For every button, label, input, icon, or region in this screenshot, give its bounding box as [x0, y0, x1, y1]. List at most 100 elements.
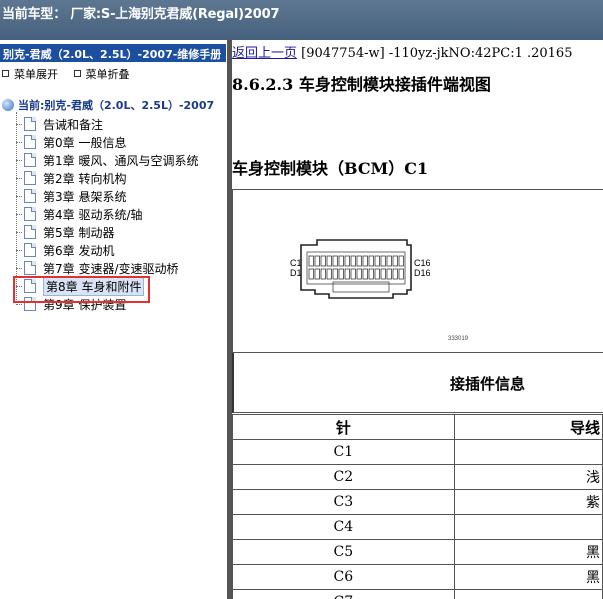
tree-item-chapter-7[interactable]: 第7章 变速器/变速驱动桥: [16, 259, 198, 277]
tree-item-chapter-4[interactable]: 第4章 驱动系统/轴: [16, 205, 198, 223]
document-icon: [24, 153, 36, 167]
tree-item-label: 第4章 驱动系统/轴: [43, 207, 143, 222]
pin-cell: C5: [232, 539, 455, 565]
document-icon: [24, 171, 36, 185]
label-d16: D16: [414, 268, 431, 278]
document-icon: [24, 135, 36, 149]
expand-menu-button[interactable]: 菜单展开: [2, 66, 58, 82]
document-icon: [24, 189, 36, 203]
wire-cell: [453, 514, 603, 540]
tree-item-label: 第7章 变速器/变速驱动桥: [43, 261, 179, 276]
tree-item-label: 告诫和备注: [43, 117, 104, 132]
table-row: C4: [232, 514, 603, 540]
tree-item-chapter-5[interactable]: 第5章 制动器: [16, 223, 198, 241]
connector-pin: [338, 255, 344, 267]
expand-menu-label: 菜单展开: [14, 68, 58, 81]
connector-pin: [386, 268, 392, 280]
connector-pin: [314, 255, 320, 267]
tree-root[interactable]: 当前:别克-君威（2.0L、2.5L）-2007: [2, 97, 214, 113]
connector-pin: [344, 255, 350, 267]
table-row: C2 浅: [232, 464, 603, 490]
tree-item-chapter-0[interactable]: 第0章 一般信息: [16, 133, 198, 151]
tree-item-chapter-1[interactable]: 第1章 暖风、通风与空调系统: [16, 151, 198, 169]
tree-item-label: 第1章 暖风、通风与空调系统: [43, 153, 199, 168]
figure-id: 333019: [448, 336, 469, 342]
table-row: C6 黑: [232, 564, 603, 590]
table-row: C7: [232, 589, 603, 599]
pin-cell: C7: [232, 589, 455, 599]
sidebar-header: 别克-君威（2.0L、2.5L）-2007-维修手册: [0, 44, 226, 62]
wire-cell: [453, 589, 603, 599]
wire-cell: 紫: [453, 489, 603, 515]
globe-icon: [2, 99, 14, 111]
tree-root-label: 当前:别克-君威（2.0L、2.5L）-2007: [18, 99, 215, 112]
connector-pin: [350, 268, 356, 280]
tree-item-chapter-3[interactable]: 第3章 悬架系统: [16, 187, 198, 205]
doc-header: 返回上一页 [9047754-w] -110yz-jkNO:42PC:1 .20…: [232, 42, 572, 61]
connector-pin: [380, 268, 386, 280]
connector-pin: [344, 268, 350, 280]
pin-column-header: 针: [232, 414, 455, 440]
connector-pin: [368, 268, 374, 280]
connector-pin: [320, 255, 326, 267]
connector-pin: [338, 268, 344, 280]
connector-pin: [362, 268, 368, 280]
pin-cell: C4: [232, 514, 455, 540]
tree-item-label: 第2章 转向机构: [43, 171, 127, 186]
connector-pin: [326, 255, 332, 267]
table-row: C3 紫: [232, 489, 603, 515]
connector-pin: [362, 255, 368, 267]
back-link[interactable]: 返回上一页: [232, 46, 297, 61]
selection-highlight: [13, 276, 150, 303]
connector-diagram: C1 D1 C16 D16 333019: [232, 189, 603, 353]
window-title: 当前车型： 厂家:S-上海别克君威(Regal)2007: [0, 0, 603, 40]
document-icon: [24, 243, 36, 257]
collapse-menu-label: 菜单折叠: [85, 68, 130, 81]
document-icon: [24, 207, 36, 221]
connector-pin: [356, 255, 362, 267]
pin-cell: C1: [232, 439, 455, 465]
connector-info-title: 接插件信息: [450, 375, 526, 393]
wire-cell: 黑: [453, 564, 603, 590]
sidebar: 别克-君威（2.0L、2.5L）-2007-维修手册 菜单展开 菜单折叠 当前:…: [0, 40, 228, 599]
connector-info-box: [232, 353, 603, 413]
label-c16: C16: [414, 258, 431, 268]
label-c1: C1: [290, 258, 302, 268]
tree-item-warnings[interactable]: 告诫和备注: [16, 115, 198, 133]
table-row: C5 黑: [232, 539, 603, 565]
collapse-icon: [73, 70, 81, 77]
connector-pin: [326, 268, 332, 280]
tree-item-chapter-2[interactable]: 第2章 转向机构: [16, 169, 198, 187]
wire-cell: 浅: [453, 464, 603, 490]
connector-drawing: C1 D1 C16 D16 333019: [290, 239, 469, 342]
tree-item-chapter-6[interactable]: 第6章 发动机: [16, 241, 198, 259]
connector-shape: [300, 239, 412, 299]
connector-pin: [308, 268, 314, 280]
pin-cell: C3: [232, 489, 455, 515]
connector-pin: [392, 255, 398, 267]
section-title: 8.6.2.3 车身控制模块接插件端视图: [232, 75, 491, 94]
table-row: C1: [232, 439, 603, 465]
connector-pin: [332, 255, 338, 267]
doc-reference: [9047754-w] -110yz-jkNO:42PC:1 .20165: [301, 46, 573, 61]
connector-pin: [398, 268, 404, 280]
pin-table: 针 导线 C1 C2浅 C3紫 C4 C5黑 C6黑 C7: [232, 414, 603, 599]
collapse-menu-button[interactable]: 菜单折叠: [73, 66, 130, 82]
connector-pin: [308, 255, 314, 267]
connector-pin: [380, 255, 386, 267]
connector-pin: [350, 255, 356, 267]
pin-cell: C6: [232, 564, 455, 590]
connector-pin: [374, 255, 380, 267]
wire-cell: [453, 439, 603, 465]
tree-item-label: 第0章 一般信息: [43, 135, 127, 150]
content-pane: 返回上一页 [9047754-w] -110yz-jkNO:42PC:1 .20…: [232, 40, 603, 599]
wire-cell: 黑: [453, 539, 603, 565]
connector-pin: [320, 268, 326, 280]
sidebar-toolbar: 菜单展开 菜单折叠: [2, 66, 142, 82]
label-d1: D1: [290, 268, 302, 278]
connector-pin: [374, 268, 380, 280]
document-icon: [24, 117, 36, 131]
wire-column-header: 导线: [453, 414, 603, 440]
document-icon: [24, 261, 36, 275]
table-header-row: 针 导线: [232, 414, 603, 440]
